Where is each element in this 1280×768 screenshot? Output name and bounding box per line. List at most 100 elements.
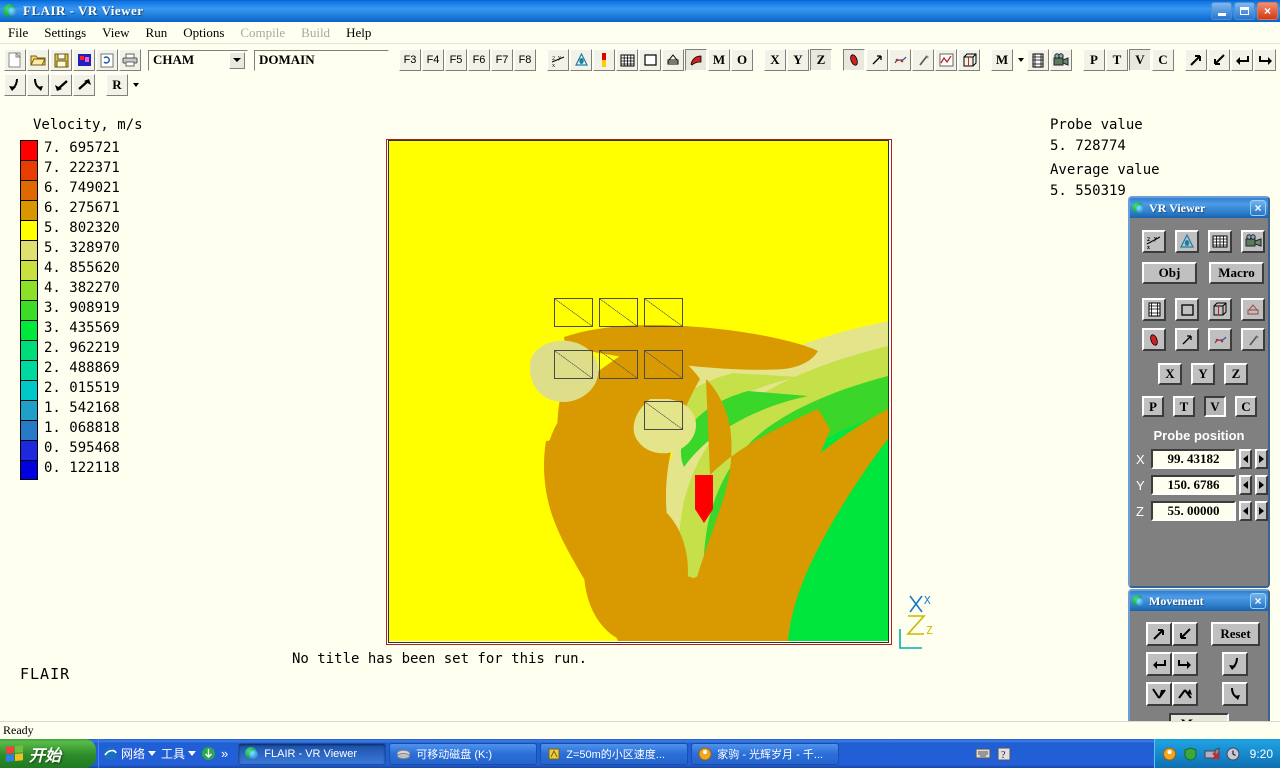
vr-viewer-panel[interactable]: VR Viewer × 2yx Obj Macro [1128, 196, 1270, 588]
object-icon[interactable] [1142, 328, 1166, 351]
vr-axis-x-button[interactable]: X [1158, 363, 1182, 385]
minimize-button[interactable] [1211, 2, 1232, 20]
move-down-icon[interactable] [1146, 682, 1172, 706]
mode-p-button[interactable]: P [1083, 49, 1105, 71]
axis-x-button[interactable]: X [764, 49, 786, 71]
menu-settings[interactable]: Settings [44, 25, 86, 41]
mode-c-button[interactable]: C [1152, 49, 1174, 71]
menu-view[interactable]: View [102, 25, 129, 41]
vr-axis-z-button[interactable]: Z [1224, 363, 1248, 385]
building-object[interactable] [644, 350, 683, 379]
rotate-down-icon[interactable] [27, 74, 49, 96]
r-button[interactable]: R [106, 74, 128, 96]
macro-m-button[interactable]: M [991, 49, 1013, 71]
print-icon[interactable] [119, 49, 141, 71]
maximize-button[interactable] [1234, 2, 1255, 20]
vr-panel-titlebar[interactable]: VR Viewer × [1130, 198, 1268, 218]
graph-icon[interactable] [935, 49, 957, 71]
mesh-m-button[interactable]: M [708, 49, 730, 71]
movement-panel[interactable]: Movement × Reset [1128, 589, 1270, 741]
quick-launch-ie[interactable]: 网络 [103, 745, 156, 762]
surface-icon[interactable] [1241, 298, 1265, 321]
contour-plot[interactable]: X Z [386, 139, 892, 645]
object-icon[interactable] [843, 49, 865, 71]
camera-icon[interactable] [1050, 49, 1072, 71]
chevron-down-icon[interactable] [148, 751, 156, 756]
grid-icon[interactable] [616, 49, 638, 71]
probe-y-decrement[interactable] [1239, 475, 1252, 495]
f6-button[interactable]: F6 [468, 49, 490, 71]
rotate-up-icon[interactable] [4, 74, 26, 96]
menu-run[interactable]: Run [146, 25, 168, 41]
arrow-up-right-icon[interactable] [1185, 49, 1207, 71]
arrow-icon[interactable] [1175, 328, 1199, 351]
f3-button[interactable]: F3 [399, 49, 421, 71]
move-up-icon[interactable] [1172, 682, 1198, 706]
box-icon[interactable] [1208, 298, 1232, 321]
vr-mode-v-button[interactable]: V [1204, 396, 1226, 417]
probe-z-increment[interactable] [1255, 501, 1268, 521]
menu-help[interactable]: Help [346, 25, 371, 41]
rotate-left-icon[interactable] [50, 74, 72, 96]
rotate-right-icon[interactable] [73, 74, 95, 96]
chevron-down-icon[interactable] [229, 52, 245, 69]
probe-z-decrement[interactable] [1239, 501, 1252, 521]
speaker-icon[interactable] [1162, 747, 1177, 761]
vr-mode-c-button[interactable]: C [1235, 396, 1257, 417]
probe-icon[interactable] [912, 49, 934, 71]
menu-file[interactable]: File [8, 25, 28, 41]
taskbar-item-app[interactable]: Z=50m的小区速度... [540, 743, 688, 765]
vector-icon[interactable] [570, 49, 592, 71]
building-object[interactable] [644, 298, 683, 327]
probe-y-increment[interactable] [1255, 475, 1268, 495]
taskbar-item-flair[interactable]: FLAIR - VR Viewer [238, 743, 386, 765]
vr-mode-t-button[interactable]: T [1173, 396, 1195, 417]
taskbar-item-media[interactable]: 家驹 - 光辉岁月 - 千... [691, 743, 839, 765]
probe-x-input[interactable]: 99. 43182 [1151, 449, 1236, 469]
mode-t-button[interactable]: T [1106, 49, 1128, 71]
arrow-icon[interactable] [866, 49, 888, 71]
domain-field[interactable]: DOMAIN [254, 50, 389, 71]
start-button[interactable]: 开始 [0, 739, 96, 768]
f7-button[interactable]: F7 [491, 49, 513, 71]
particles-icon[interactable] [889, 49, 911, 71]
axis-z-button[interactable]: Z [810, 49, 832, 71]
shield-icon[interactable] [1183, 747, 1198, 761]
box-icon[interactable] [958, 49, 980, 71]
mode-v-button[interactable]: V [1129, 49, 1151, 71]
movement-panel-titlebar[interactable]: Movement × [1130, 591, 1268, 611]
building-object[interactable] [554, 298, 593, 327]
f8-button[interactable]: F8 [514, 49, 536, 71]
macro-chevron-down-icon[interactable] [1014, 50, 1027, 70]
contour-icon[interactable]: 2yx [1142, 230, 1166, 253]
move-up-right-icon[interactable] [1146, 622, 1172, 646]
macro-button[interactable]: Macro [1209, 262, 1264, 284]
new-icon[interactable] [4, 49, 26, 71]
rotate-down-icon[interactable] [1222, 682, 1248, 706]
streamline-icon[interactable] [685, 49, 707, 71]
building-object[interactable] [599, 350, 638, 379]
outline-icon[interactable] [639, 49, 661, 71]
taskbar-item-disk[interactable]: 可移动磁盘 (K:) [389, 743, 537, 765]
reset-button[interactable]: Reset [1211, 622, 1260, 646]
probe-icon[interactable] [1241, 328, 1265, 351]
iso-icon[interactable] [593, 49, 615, 71]
clock-icon[interactable] [1226, 747, 1240, 761]
outline-icon[interactable] [1175, 298, 1199, 321]
probe-x-decrement[interactable] [1239, 449, 1252, 469]
probe-marker[interactable] [695, 475, 713, 509]
building-object[interactable] [599, 298, 638, 327]
r-chevron-down-icon[interactable] [129, 75, 142, 95]
probe-x-increment[interactable] [1255, 449, 1268, 469]
obj-button[interactable]: Obj [1142, 262, 1197, 284]
arrow-forward-icon[interactable] [1254, 49, 1276, 71]
movement-panel-close-button[interactable]: × [1250, 593, 1266, 609]
quick-launch-tools[interactable]: 工具 [161, 745, 196, 762]
arrow-back-icon[interactable] [1231, 49, 1253, 71]
rotate-up-icon[interactable] [1222, 652, 1248, 676]
menu-options[interactable]: Options [183, 25, 224, 41]
case-combo[interactable]: CHAM [148, 50, 248, 71]
help-icon[interactable]: ? [997, 747, 1011, 761]
grid-icon[interactable] [1208, 230, 1232, 253]
object-o-button[interactable]: O [731, 49, 753, 71]
